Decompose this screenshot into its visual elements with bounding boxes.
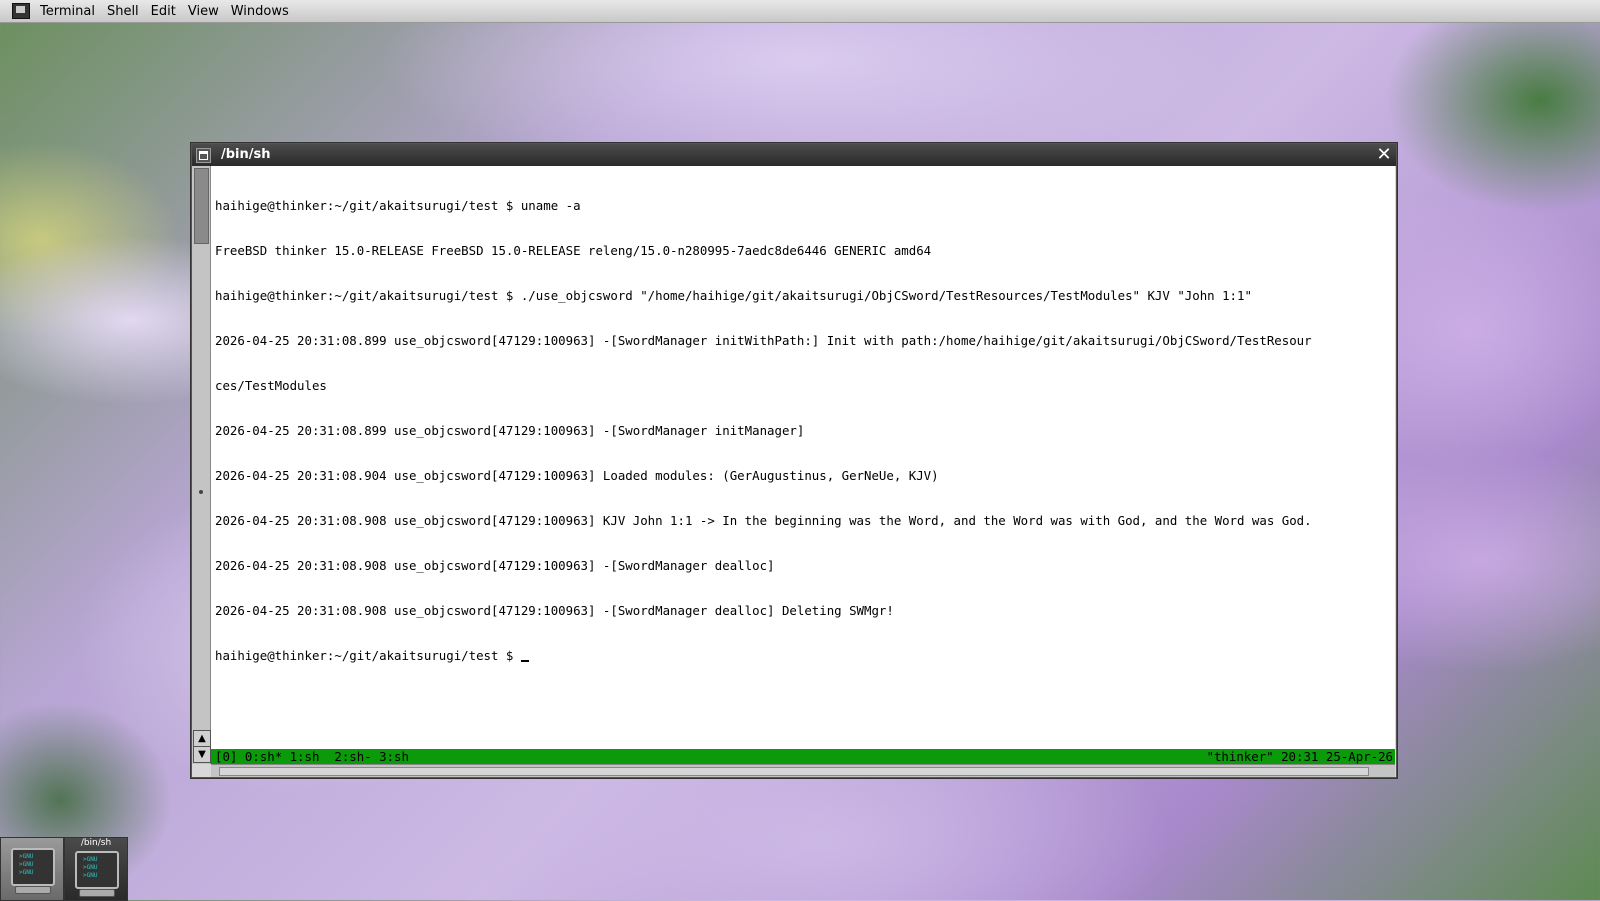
close-icon[interactable]: ✕ [1374, 145, 1394, 165]
terminal-monitor-icon: >GNU >GNU >GNU [75, 851, 119, 889]
dock-tile-terminal-app[interactable]: >GNU >GNU >GNU [0, 837, 64, 901]
terminal-line: 2026-04-25 20:31:08.899 use_objcsword[47… [215, 333, 1312, 348]
vertical-scrollbar[interactable]: ▲ ▼ [192, 166, 211, 764]
dock-tile-bin-sh[interactable]: /bin/sh >GNU >GNU >GNU [64, 837, 128, 901]
terminal-line: haihige@thinker:~/git/akaitsurugi/test $… [215, 288, 1252, 303]
terminal-line: 2026-04-25 20:31:08.908 use_objcsword[47… [215, 558, 775, 573]
tmux-window-list[interactable]: [0] 0:sh* 1:sh 2:sh- 3:sh [215, 749, 409, 764]
icon-text: >GNU [83, 872, 98, 879]
terminal-app-icon[interactable] [12, 3, 30, 19]
miniaturize-button[interactable] [196, 148, 211, 163]
icon-text: >GNU [19, 861, 34, 868]
icon-text: >GNU [19, 853, 34, 860]
terminal-line: 2026-04-25 20:31:08.899 use_objcsword[47… [215, 423, 805, 438]
terminal-prompt: haihige@thinker:~/git/akaitsurugi/test $ [215, 648, 521, 663]
icon-text: >GNU [19, 869, 34, 876]
menu-shell[interactable]: Shell [101, 4, 145, 19]
terminal-line: 2026-04-25 20:31:08.908 use_objcsword[47… [215, 513, 1312, 528]
dock-tile-label: /bin/sh [80, 838, 112, 848]
tmux-status-right: "thinker" 20:31 25-Apr-26 [1206, 749, 1394, 764]
horizontal-scrollbar-thumb[interactable] [219, 767, 1369, 776]
scrollbar-knob-icon [199, 490, 203, 494]
scroll-up-icon[interactable]: ▲ [193, 730, 211, 747]
terminal-monitor-icon: >GNU >GNU >GNU [11, 848, 55, 886]
menu-bar: Terminal Shell Edit View Windows [0, 0, 1600, 23]
monitor-base-icon [15, 886, 51, 894]
menu-windows[interactable]: Windows [225, 4, 295, 19]
window-title: /bin/sh [221, 147, 271, 162]
menu-terminal[interactable]: Terminal [34, 4, 101, 19]
text-cursor [520, 660, 529, 662]
terminal-prompt-line[interactable]: haihige@thinker:~/git/akaitsurugi/test $ [215, 648, 1393, 663]
scroll-down-icon[interactable]: ▼ [193, 746, 211, 763]
horizontal-scrollbar[interactable] [211, 764, 1395, 777]
terminal-line: 2026-04-25 20:31:08.908 use_objcsword[47… [215, 603, 894, 618]
icon-text: >GNU [83, 864, 98, 871]
terminal-line: FreeBSD thinker 15.0-RELEASE FreeBSD 15.… [215, 243, 932, 258]
scrollbar-thumb[interactable] [194, 168, 209, 244]
terminal-line: haihige@thinker:~/git/akaitsurugi/test $… [215, 198, 581, 213]
icon-text: >GNU [83, 856, 98, 863]
terminal-line: ces/TestModules [215, 378, 327, 393]
terminal-lines: haihige@thinker:~/git/akaitsurugi/test $… [215, 168, 1393, 693]
terminal-output[interactable]: haihige@thinker:~/git/akaitsurugi/test $… [211, 166, 1395, 764]
terminal-line: 2026-04-25 20:31:08.904 use_objcsword[47… [215, 468, 939, 483]
tmux-status-bar: [0] 0:sh* 1:sh 2:sh- 3:sh "thinker" 20:3… [211, 749, 1395, 764]
window-title-bar[interactable]: /bin/sh ✕ [192, 144, 1396, 166]
terminal-window: /bin/sh ✕ ▲ ▼ haihige@thinker:~/git/akai… [191, 143, 1397, 778]
monitor-base-icon [79, 889, 115, 897]
menu-view[interactable]: View [182, 4, 225, 19]
menu-edit[interactable]: Edit [145, 4, 182, 19]
